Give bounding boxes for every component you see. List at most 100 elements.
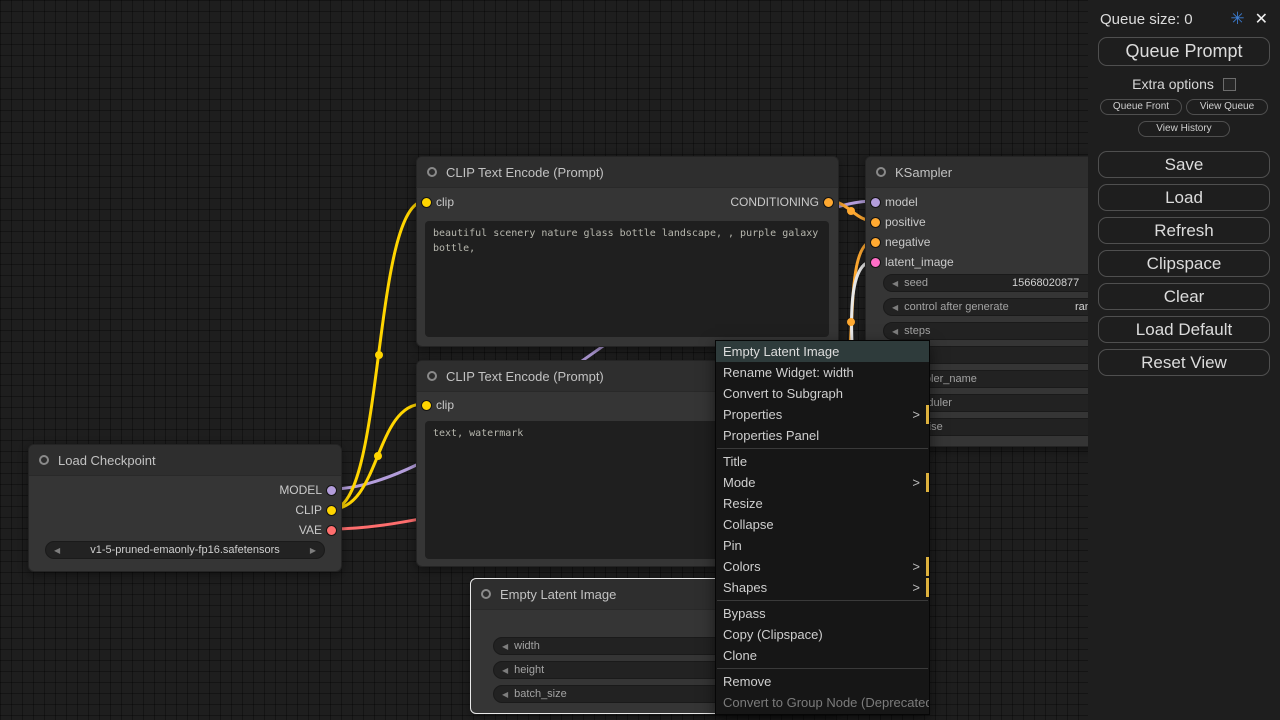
save-button[interactable]: Save [1098,151,1270,178]
settings-gear-icon[interactable]: ✳ [1230,9,1244,29]
menu-separator [717,448,928,449]
input-slot-latent-image: latent_image [866,253,954,271]
conditioning-port-icon[interactable] [870,217,881,228]
combo-next-icon[interactable]: ▶ [310,546,316,555]
node-title: CLIP Text Encode (Prompt) [446,369,604,384]
menu-item-copy-clipspace[interactable]: Copy (Clipspace) [716,624,929,645]
link-midpoint-dot [847,207,855,215]
widget-label: steps [904,325,930,337]
node-title: KSampler [895,165,952,180]
menu-item-clone[interactable]: Clone [716,645,929,666]
menu-separator [717,600,928,601]
input-slot-negative: negative [866,233,930,251]
link-midpoint-dot [847,318,855,326]
menu-item-properties-panel[interactable]: Properties Panel [716,425,929,446]
input-slot-model: model [866,193,918,211]
slot-label: VAE [299,523,322,537]
conditioning-port-icon[interactable] [823,197,834,208]
latent-port-icon[interactable] [870,257,881,268]
menu-item-properties[interactable]: Properties > [716,404,929,425]
slot-label: clip [436,398,454,412]
output-slot-vae: VAE [299,521,341,539]
submenu-accent-bar [926,405,929,424]
combo-prev-icon[interactable]: ◀ [54,546,60,555]
menu-item-title[interactable]: Title [716,451,929,472]
widget-label: batch_size [514,688,567,700]
load-default-button[interactable]: Load Default [1098,316,1270,343]
collapse-toggle-icon[interactable] [427,167,437,177]
menu-item-collapse[interactable]: Collapse [716,514,929,535]
queue-prompt-button[interactable]: Queue Prompt [1098,37,1270,66]
menu-item-colors[interactable]: Colors > [716,556,929,577]
model-port-icon[interactable] [870,197,881,208]
menu-item-pin[interactable]: Pin [716,535,929,556]
menu-item-convert-to-subgraph[interactable]: Convert to Subgraph [716,383,929,404]
output-slot-model: MODEL [279,481,341,499]
node-title: CLIP Text Encode (Prompt) [446,165,604,180]
widget-label: control after generate [904,301,1009,313]
slot-label: positive [885,215,926,229]
collapse-toggle-icon[interactable] [481,589,491,599]
combo-prev-icon[interactable]: ◀ [502,666,508,675]
collapse-toggle-icon[interactable] [876,167,886,177]
ckpt-name-combo[interactable]: ◀ v1-5-pruned-emaonly-fp16.safetensors ▶ [45,541,325,559]
link-midpoint-dot [375,351,383,359]
clear-button[interactable]: Clear [1098,283,1270,310]
extra-options-checkbox[interactable] [1223,78,1236,91]
wire-clip-negative [332,404,423,509]
widget-label: seed [904,277,928,289]
node-clip-text-encode-positive[interactable]: CLIP Text Encode (Prompt) clip CONDITION… [416,156,839,347]
submenu-accent-bar [926,473,929,492]
submenu-accent-bar [926,578,929,597]
prompt-text-area[interactable]: beautiful scenery nature glass bottle la… [425,221,829,337]
refresh-button[interactable]: Refresh [1098,217,1270,244]
menu-item-rename-widget[interactable]: Rename Widget: width [716,362,929,383]
submenu-arrow-icon: > [912,556,920,577]
widget-value: 15668020877 [1012,277,1079,289]
clip-port-icon[interactable] [421,400,432,411]
collapse-toggle-icon[interactable] [427,371,437,381]
slot-label: CONDITIONING [730,195,819,209]
submenu-arrow-icon: > [912,577,920,598]
queue-front-button[interactable]: Queue Front [1100,99,1182,115]
node-load-checkpoint[interactable]: Load Checkpoint MODEL CLIP VAE ◀ v1-5-pr… [28,444,342,572]
model-port-icon[interactable] [326,485,337,496]
queue-size-label: Queue size: 0 [1100,11,1193,28]
wire-clip-positive [332,201,425,509]
menu-item-remove[interactable]: Remove [716,671,929,692]
combo-prev-icon[interactable]: ◀ [892,279,898,288]
menu-item-resize[interactable]: Resize [716,493,929,514]
clip-port-icon[interactable] [421,197,432,208]
collapse-toggle-icon[interactable] [39,455,49,465]
view-history-button[interactable]: View History [1138,121,1230,137]
combo-prev-icon[interactable]: ◀ [892,327,898,336]
slot-label: CLIP [295,503,322,517]
vae-port-icon[interactable] [326,525,337,536]
clipspace-button[interactable]: Clipspace [1098,250,1270,277]
node-header[interactable]: CLIP Text Encode (Prompt) [417,157,838,188]
menu-item-label: Colors [723,559,761,574]
close-icon[interactable]: ✕ [1255,9,1268,29]
submenu-arrow-icon: > [912,404,920,425]
extra-options-label: Extra options [1132,76,1214,92]
combo-prev-icon[interactable]: ◀ [502,690,508,699]
output-slot-clip: CLIP [295,501,341,519]
view-queue-button[interactable]: View Queue [1186,99,1268,115]
comfyui-canvas[interactable]: { "colors": { "model": "#b39ddb", "clip"… [0,0,1280,720]
submenu-accent-bar [926,557,929,576]
menu-item-label: Mode [723,475,756,490]
menu-item-bypass[interactable]: Bypass [716,603,929,624]
slot-label: latent_image [885,255,954,269]
node-header[interactable]: Load Checkpoint [29,445,341,476]
conditioning-port-icon[interactable] [870,237,881,248]
menu-item-convert-to-group-node[interactable]: Convert to Group Node (Deprecated) [716,692,929,713]
load-button[interactable]: Load [1098,184,1270,211]
combo-prev-icon[interactable]: ◀ [892,303,898,312]
menu-item-mode[interactable]: Mode > [716,472,929,493]
reset-view-button[interactable]: Reset View [1098,349,1270,376]
combo-prev-icon[interactable]: ◀ [502,642,508,651]
menu-item-shapes[interactable]: Shapes > [716,577,929,598]
clip-port-icon[interactable] [326,505,337,516]
input-slot-clip: clip [417,193,454,211]
slot-label: MODEL [279,483,322,497]
